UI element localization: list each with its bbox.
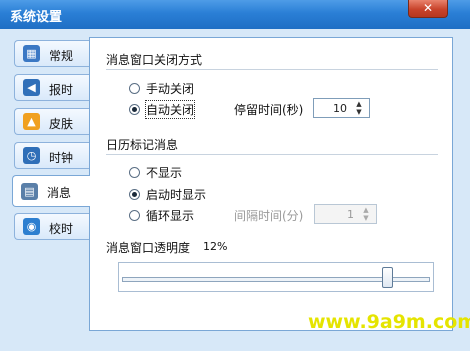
interval-spinner[interactable]: 1 ▲ ▼ bbox=[314, 204, 377, 224]
manual-close-label[interactable]: 手动关闭 bbox=[146, 80, 194, 97]
radio-loop-show[interactable] bbox=[129, 210, 140, 221]
tab-time-sync[interactable]: ◉ 校时 bbox=[14, 213, 89, 240]
chevron-down-icon[interactable]: ▼ bbox=[352, 108, 366, 116]
interval-label: 间隔时间(分) bbox=[234, 209, 304, 223]
stay-time-spinner[interactable]: 10 ▲ ▼ bbox=[313, 98, 370, 118]
spinner-arrows[interactable]: ▲ ▼ bbox=[359, 206, 373, 222]
transparency-label: 消息窗口透明度 bbox=[106, 241, 191, 255]
divider bbox=[106, 69, 438, 70]
tab-clock[interactable]: ◷ 时钟 bbox=[14, 142, 89, 169]
loop-show-label[interactable]: 循环显示 bbox=[146, 207, 194, 224]
chevron-down-icon[interactable]: ▼ bbox=[359, 214, 373, 222]
transparency-slider[interactable] bbox=[118, 262, 434, 292]
spinner-arrows[interactable]: ▲ ▼ bbox=[352, 100, 366, 116]
auto-close-label[interactable]: 自动关闭 bbox=[144, 100, 196, 119]
close-icon: ✕ bbox=[422, 1, 434, 15]
show-on-startup-label[interactable]: 启动时显示 bbox=[146, 186, 206, 203]
radio-auto-close[interactable] bbox=[129, 104, 140, 115]
tab-label: 时钟 bbox=[49, 151, 74, 165]
calendar-heading: 日历标记消息 bbox=[106, 138, 179, 152]
speaker-icon: ◀ bbox=[23, 79, 40, 96]
settings-window: ▦ 常规 ◀ 报时 ▲ 皮肤 ◷ 时钟 ▤ 消息 ◉ 校时 bbox=[0, 29, 470, 351]
interval-value: 1 bbox=[347, 208, 354, 221]
tab-label: 皮肤 bbox=[49, 117, 74, 131]
chevron-up-icon[interactable]: ▲ bbox=[352, 100, 366, 108]
tab-label: 报时 bbox=[49, 83, 74, 97]
hide-label[interactable]: 不显示 bbox=[146, 164, 182, 181]
tab-general[interactable]: ▦ 常规 bbox=[14, 40, 89, 67]
tab-message[interactable]: ▤ 消息 bbox=[12, 175, 90, 207]
transparency-value: 12% bbox=[203, 240, 228, 253]
radio-hide[interactable] bbox=[129, 167, 140, 178]
shirt-icon: ▲ bbox=[23, 113, 40, 130]
tab-label: 校时 bbox=[49, 222, 74, 236]
tab-label: 消息 bbox=[47, 186, 72, 200]
title-bar: 系统设置 ✕ bbox=[0, 0, 470, 30]
settings-icon: ▦ bbox=[23, 45, 40, 62]
tab-chime[interactable]: ◀ 报时 bbox=[14, 74, 89, 101]
watermark-text: www.9a9m.com bbox=[308, 311, 470, 333]
stay-time-value: 10 bbox=[333, 102, 347, 115]
window-title: 系统设置 bbox=[10, 10, 63, 25]
message-icon: ▤ bbox=[21, 183, 38, 200]
radio-show-on-startup[interactable] bbox=[129, 189, 140, 200]
slider-thumb[interactable] bbox=[382, 267, 393, 288]
close-mode-heading: 消息窗口关闭方式 bbox=[106, 53, 203, 67]
tab-label: 常规 bbox=[49, 49, 74, 63]
divider bbox=[106, 154, 438, 155]
close-button[interactable]: ✕ bbox=[408, 0, 448, 18]
stay-time-label: 停留时间(秒) bbox=[234, 103, 304, 117]
tab-skin[interactable]: ▲ 皮肤 bbox=[14, 108, 89, 135]
globe-icon: ◉ bbox=[23, 218, 40, 235]
chevron-up-icon[interactable]: ▲ bbox=[359, 206, 373, 214]
radio-manual-close[interactable] bbox=[129, 83, 140, 94]
clock-icon: ◷ bbox=[23, 147, 40, 164]
